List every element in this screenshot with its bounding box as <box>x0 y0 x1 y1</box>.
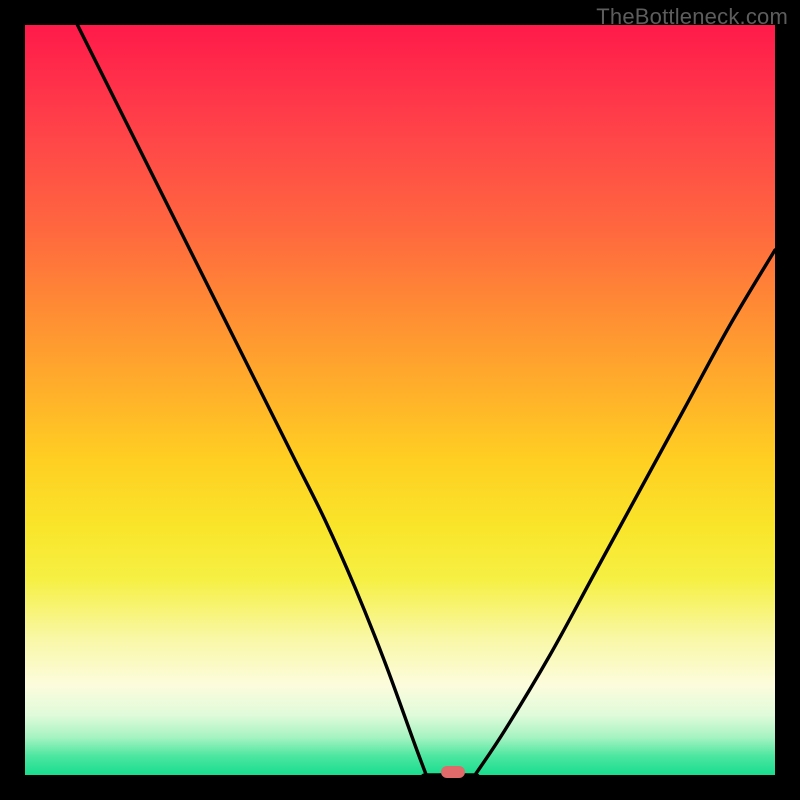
plot-area <box>25 25 775 775</box>
watermark-text: TheBottleneck.com <box>596 4 788 30</box>
bottleneck-curve <box>78 25 776 775</box>
curve-layer <box>25 25 775 775</box>
chart-container: TheBottleneck.com <box>0 0 800 800</box>
optimum-marker <box>441 766 465 778</box>
